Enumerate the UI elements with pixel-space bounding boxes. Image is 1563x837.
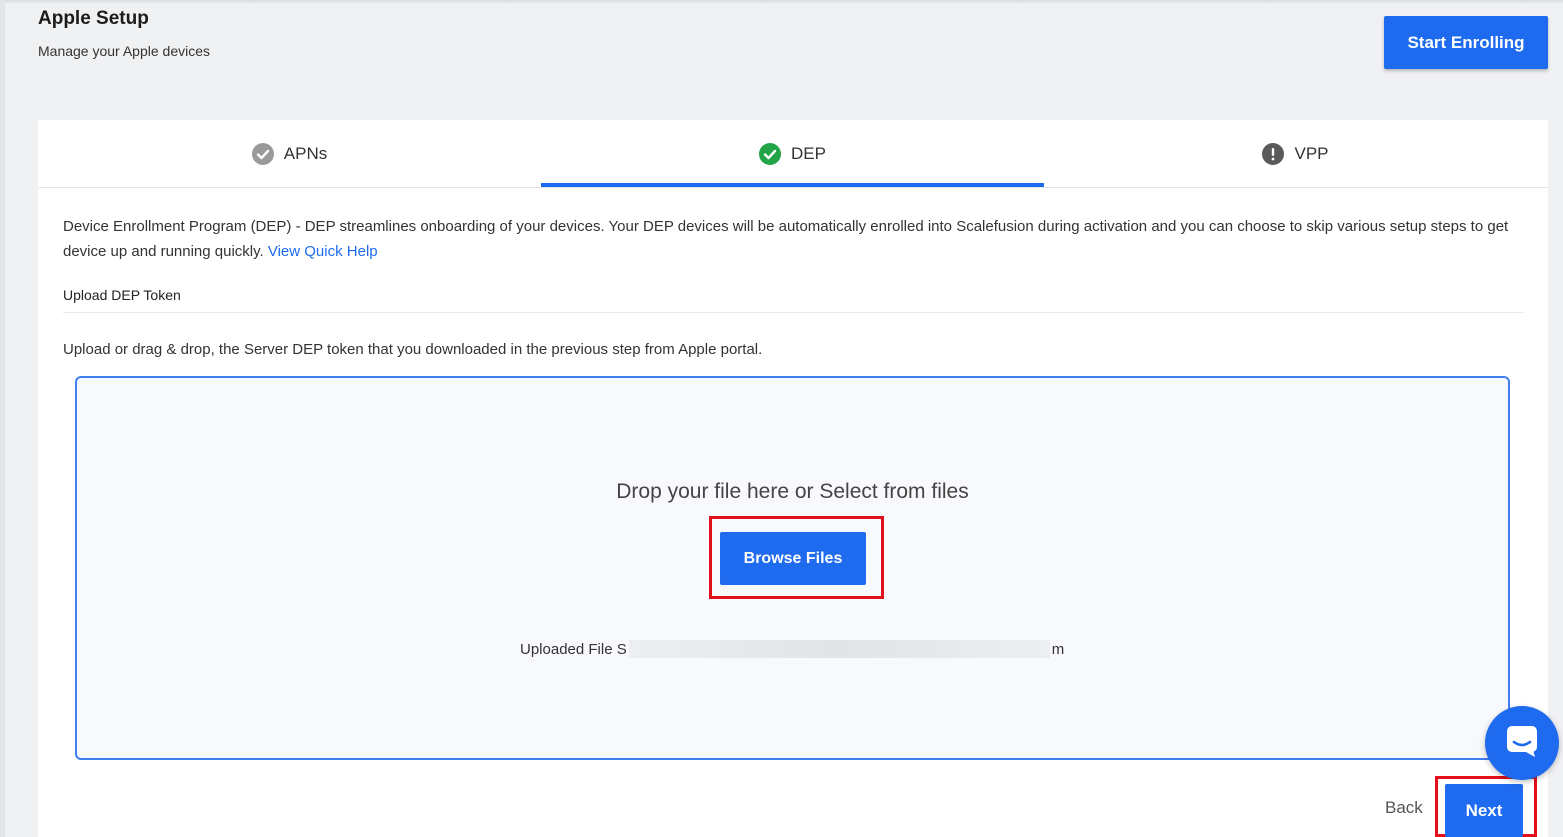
check-circle-icon: [759, 143, 782, 165]
file-dropzone[interactable]: Drop your file here or Select from files…: [75, 376, 1510, 760]
tab-apns[interactable]: APNs: [38, 120, 541, 188]
uploaded-file-suffix: m: [1051, 640, 1065, 658]
drop-text: Drop your file here or Select from files: [616, 480, 969, 503]
upload-hint: Upload or drag & drop, the Server DEP to…: [63, 341, 763, 358]
tab-vpp-label: VPP: [1294, 144, 1329, 163]
upload-dep-token-label: Upload DEP Token: [63, 287, 181, 303]
back-button[interactable]: Back: [1385, 798, 1423, 818]
page-subtitle: Manage your Apple devices: [38, 43, 210, 59]
top-shadow: [0, 0, 1563, 4]
setup-tabs: APNs DEP VPP: [38, 120, 1548, 188]
exclamation-circle-icon: [1262, 143, 1285, 165]
start-enrolling-button[interactable]: Start Enrolling: [1384, 16, 1548, 69]
left-edge: [0, 0, 5, 837]
chat-bubble-icon: [1504, 723, 1540, 764]
tab-vpp[interactable]: VPP: [1044, 120, 1547, 188]
tab-dep-label: DEP: [791, 144, 826, 163]
uploaded-file-row: Uploaded File S m: [520, 638, 1064, 660]
setup-card: APNs DEP VPP Device Enrollment Program (…: [38, 120, 1548, 837]
chat-launcher-button[interactable]: [1485, 706, 1559, 780]
view-quick-help-link[interactable]: View Quick Help: [268, 243, 378, 260]
tab-apns-label: APNs: [283, 144, 328, 163]
browse-files-button[interactable]: Browse Files: [720, 532, 866, 585]
active-tab-indicator: [541, 183, 1044, 187]
uploaded-file-prefix: Uploaded File S: [520, 640, 627, 658]
check-circle-icon: [251, 143, 274, 165]
tab-dep[interactable]: DEP: [541, 120, 1044, 188]
dep-description: Device Enrollment Program (DEP) - DEP st…: [63, 214, 1528, 264]
section-divider: [63, 312, 1523, 313]
page-title: Apple Setup: [38, 8, 149, 29]
redacted-filename: [628, 640, 1050, 658]
next-button[interactable]: Next: [1445, 784, 1523, 837]
